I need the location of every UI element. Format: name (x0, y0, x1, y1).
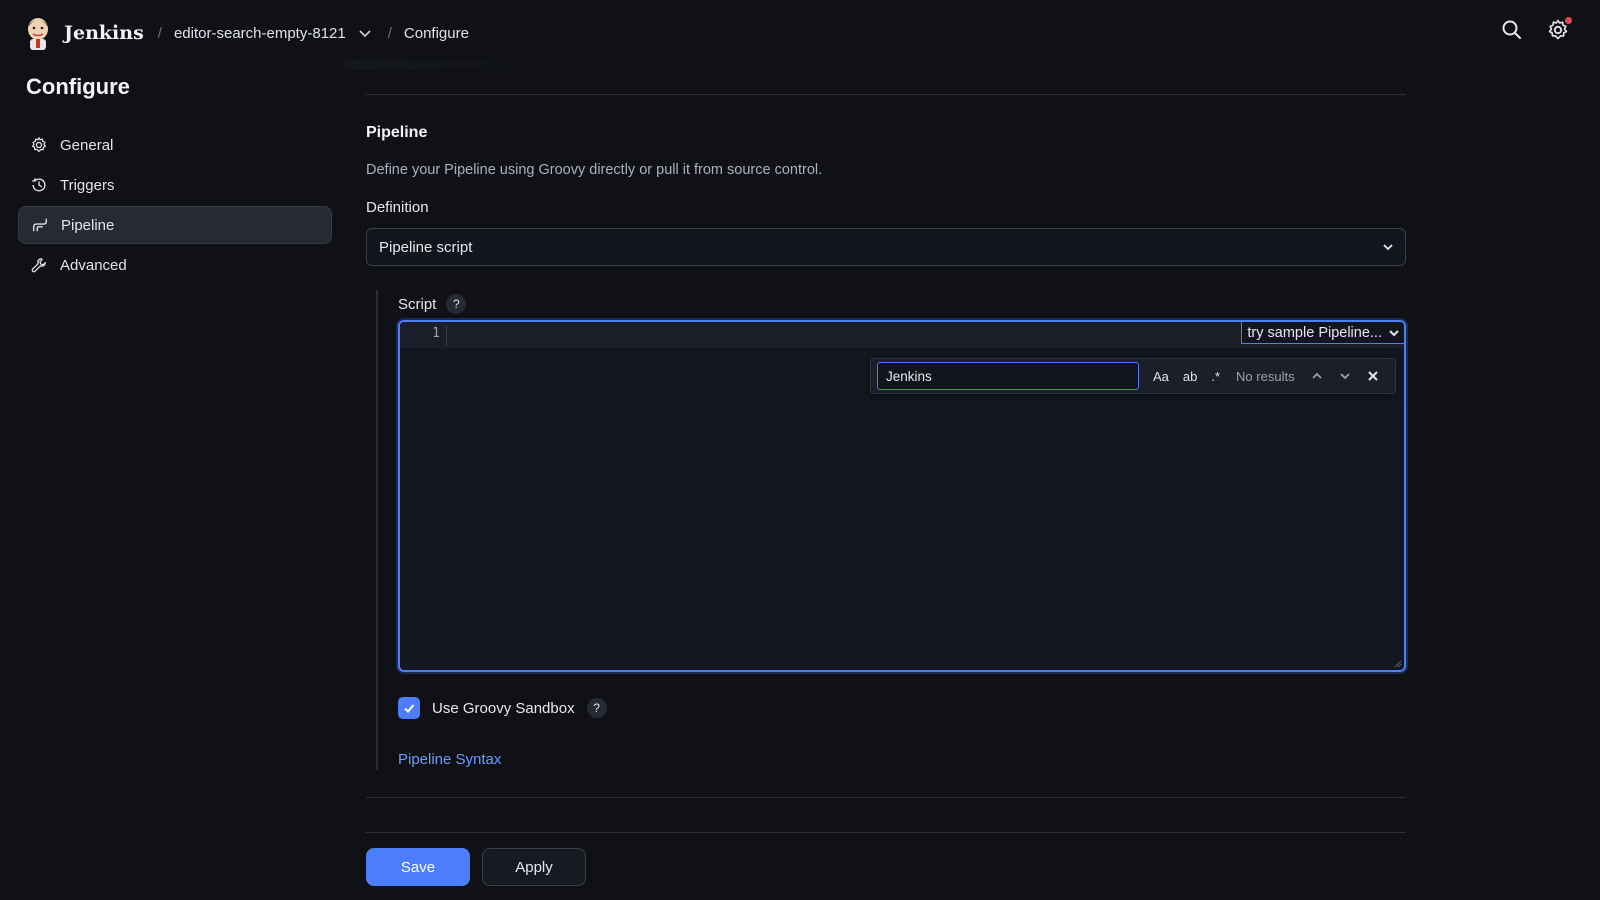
bottom-bar-divider (366, 832, 1406, 833)
sandbox-help-button[interactable]: ? (586, 698, 607, 718)
chevron-down-icon (1381, 240, 1395, 254)
save-button[interactable]: Save (366, 848, 470, 886)
match-case-toggle[interactable]: Aa (1153, 369, 1169, 384)
chevron-up-icon[interactable] (1307, 366, 1327, 386)
chevron-down-icon (1388, 327, 1400, 339)
nested-section-line (376, 290, 378, 770)
sidebar-item-label: Advanced (60, 256, 127, 274)
wrench-icon (31, 258, 46, 273)
regex-toggle[interactable]: .* (1211, 369, 1220, 384)
find-status: No results (1236, 368, 1295, 384)
find-input[interactable] (877, 362, 1139, 390)
definition-label: Definition (366, 199, 429, 216)
top-bar: Jenkins / editor-search-empty-8121 / Con… (0, 0, 1600, 66)
chevron-down-icon[interactable] (358, 26, 372, 40)
find-panel: Aa ab .* No results (870, 358, 1396, 394)
breadcrumb-separator: / (387, 24, 392, 42)
groovy-sandbox-row: Use Groovy Sandbox ? (398, 697, 607, 719)
sidebar-title: Configure (26, 74, 130, 99)
script-editor[interactable]: 1 try sample Pipeline... Aa ab .* No res… (398, 320, 1406, 672)
section-title: Pipeline (366, 124, 428, 141)
sidebar-item-label: Triggers (60, 176, 115, 194)
section-divider (366, 797, 1406, 798)
line-number: 1 (432, 326, 440, 341)
editor-cursor (446, 326, 447, 346)
section-divider (366, 94, 1406, 95)
sample-pipeline-select[interactable]: try sample Pipeline... (1241, 322, 1404, 344)
whole-word-toggle[interactable]: ab (1183, 369, 1197, 384)
sidebar-item-label: General (60, 136, 114, 154)
scrolled-content-fade (345, 60, 565, 70)
gear-icon (31, 137, 47, 153)
script-help-button[interactable]: ? (446, 294, 467, 314)
settings-gear-icon[interactable] (1546, 17, 1572, 42)
pipeline-syntax-link[interactable]: Pipeline Syntax (398, 751, 501, 768)
breadcrumb-separator: / (157, 24, 162, 42)
groovy-sandbox-checkbox[interactable] (398, 697, 420, 719)
jenkins-logo[interactable] (24, 15, 54, 51)
sidebar-item-triggers[interactable]: Triggers (18, 166, 332, 204)
sidebar-item-pipeline[interactable]: Pipeline (18, 206, 332, 244)
apply-button[interactable]: Apply (482, 848, 586, 886)
breadcrumb-job[interactable]: editor-search-empty-8121 (174, 25, 346, 42)
section-description: Define your Pipeline using Groovy direct… (366, 162, 823, 178)
sidebar-item-label: Pipeline (61, 216, 115, 234)
checkmark-icon (404, 704, 415, 713)
script-label-text: Script (398, 295, 437, 313)
sidebar-item-general[interactable]: General (18, 126, 332, 164)
pipeline-icon (33, 218, 47, 232)
clock-icon (32, 178, 46, 192)
sample-pipeline-select-value: try sample Pipeline... (1247, 324, 1382, 341)
brand-name[interactable]: Jenkins (64, 22, 144, 44)
search-icon[interactable] (1500, 18, 1524, 42)
close-icon[interactable] (1363, 366, 1383, 386)
breadcrumb-configure[interactable]: Configure (404, 25, 469, 42)
definition-select[interactable]: Pipeline script (366, 228, 1406, 266)
sidebar-nav: General Triggers Pipeline Advanced (18, 126, 332, 286)
definition-select-value: Pipeline script (379, 238, 473, 256)
groovy-sandbox-label[interactable]: Use Groovy Sandbox (432, 700, 575, 717)
notification-dot (1565, 17, 1572, 24)
resize-handle-icon[interactable] (1392, 658, 1402, 668)
chevron-down-icon[interactable] (1335, 366, 1355, 386)
sidebar-item-advanced[interactable]: Advanced (18, 246, 332, 284)
script-label: Script ? (398, 294, 467, 314)
